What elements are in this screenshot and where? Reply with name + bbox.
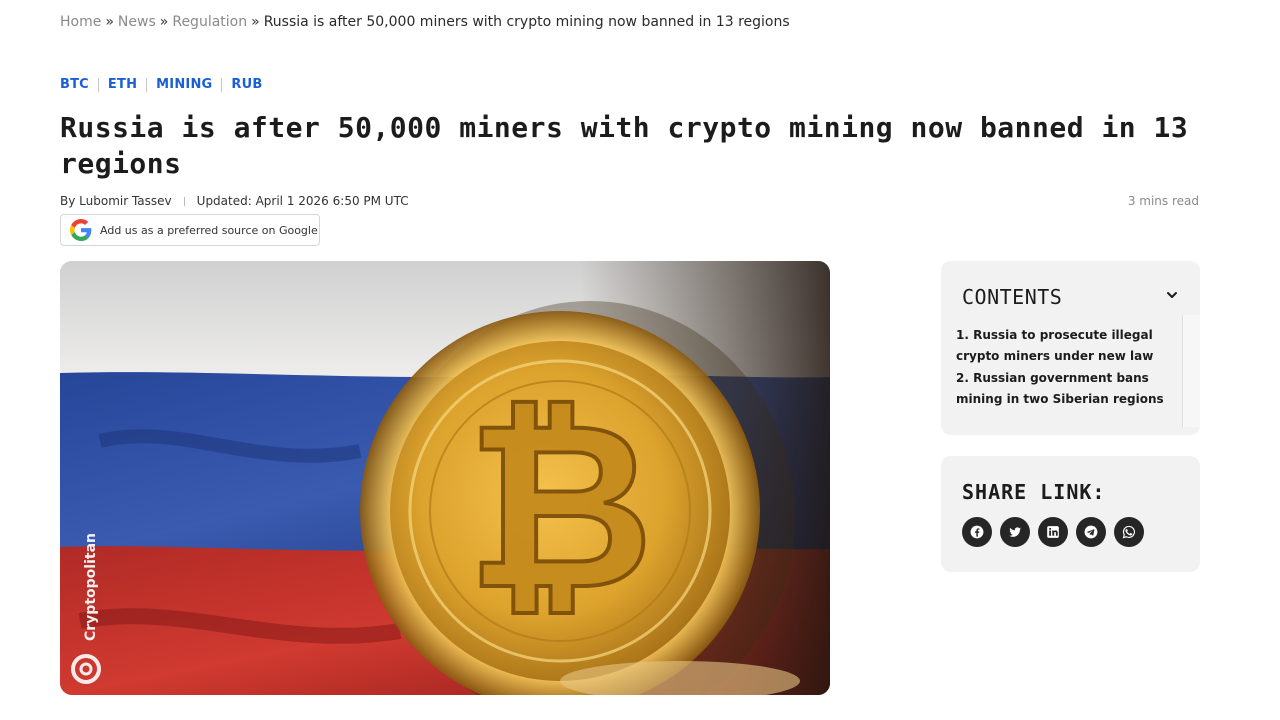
hero-image: ₿ Cryptopolitan — [60, 261, 830, 695]
share-whatsapp-button[interactable] — [1114, 517, 1144, 547]
breadcrumb-news[interactable]: News — [118, 14, 156, 30]
contents-list: 1. Russia to prosecute illegal crypto mi… — [956, 325, 1176, 411]
hero-watermark: Cryptopolitan — [83, 533, 99, 641]
telegram-icon — [1084, 525, 1098, 539]
share-icons — [962, 517, 1152, 547]
tag-btc[interactable]: BTC — [60, 77, 89, 92]
read-time: 3 mins read — [1127, 194, 1199, 208]
share-telegram-button[interactable] — [1076, 517, 1106, 547]
tag-divider — [221, 77, 223, 92]
article-title: Russia is after 50,000 miners with crypt… — [60, 111, 1189, 180]
google-preferred-source-button[interactable]: Add us as a preferred source on Google — [60, 214, 320, 246]
contents-item[interactable]: 1. Russia to prosecute illegal crypto mi… — [956, 325, 1176, 367]
meta-divider — [183, 196, 185, 206]
updated-date: Updated: April 1 2026 6:50 PM UTC — [196, 194, 409, 208]
author-byline: By Lubomir Tassev — [60, 194, 172, 208]
contents-item[interactable]: 2. Russian government bans mining in two… — [956, 368, 1176, 410]
share-facebook-button[interactable] — [962, 517, 992, 547]
tag-eth[interactable]: ETH — [108, 77, 137, 92]
whatsapp-icon — [1122, 525, 1135, 539]
share-linkedin-button[interactable] — [1038, 517, 1068, 547]
svg-text:₿: ₿ — [466, 374, 653, 641]
breadcrumb-separator: » — [251, 14, 260, 30]
linkedin-icon — [1047, 526, 1059, 538]
share-heading: SHARE LINK: — [962, 480, 1106, 504]
tag-rub[interactable]: RUB — [231, 77, 262, 92]
breadcrumb-regulation[interactable]: Regulation — [172, 14, 247, 30]
article-meta: By Lubomir Tassev Updated: April 1 2026 … — [60, 194, 409, 208]
share-panel: SHARE LINK: — [941, 456, 1200, 572]
contents-heading: CONTENTS — [962, 285, 1063, 309]
tag-list: BTC ETH MINING RUB — [60, 77, 262, 92]
share-twitter-button[interactable] — [1000, 517, 1030, 547]
tag-mining[interactable]: MINING — [156, 77, 212, 92]
tag-divider — [97, 77, 99, 92]
contents-scrollbar[interactable] — [1182, 315, 1200, 427]
twitter-icon — [1009, 527, 1022, 537]
google-icon — [70, 219, 92, 241]
breadcrumb-current: Russia is after 50,000 miners with crypt… — [263, 14, 790, 30]
breadcrumb-separator: » — [105, 14, 114, 30]
contents-panel: CONTENTS 1. Russia to prosecute illegal … — [941, 261, 1200, 435]
chevron-down-icon[interactable] — [1166, 289, 1178, 301]
tag-divider — [146, 77, 148, 92]
google-button-label: Add us as a preferred source on Google — [100, 223, 318, 237]
facebook-icon — [970, 525, 984, 539]
breadcrumb: Home» News» Regulation» Russia is after 50,… — [60, 14, 790, 30]
breadcrumb-home[interactable]: Home — [60, 14, 101, 30]
breadcrumb-separator: » — [159, 14, 169, 30]
